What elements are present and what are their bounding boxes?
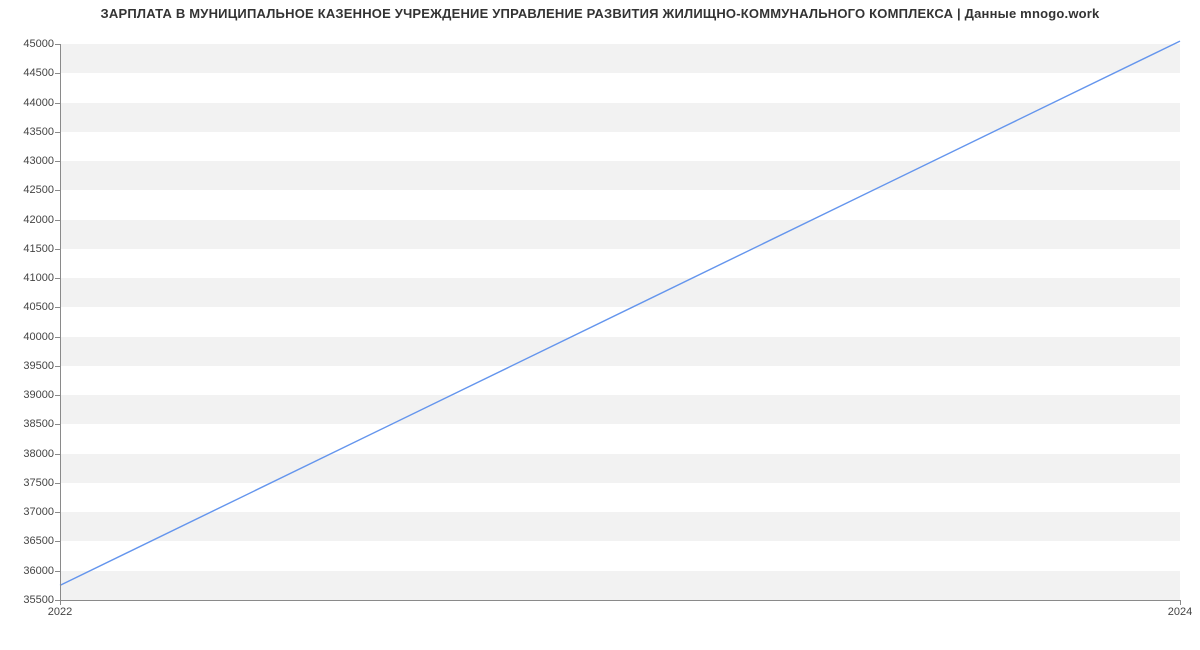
x-tick-label: 2024 [1168, 606, 1192, 618]
x-tick-mark [1180, 600, 1181, 605]
y-tick-label: 39500 [23, 360, 54, 372]
y-tick-label: 41000 [23, 272, 54, 284]
y-tick-mark [55, 424, 60, 425]
y-tick-mark [55, 44, 60, 45]
chart-title: ЗАРПЛАТА В МУНИЦИПАЛЬНОЕ КАЗЕННОЕ УЧРЕЖД… [0, 6, 1200, 21]
y-tick-label: 40500 [23, 301, 54, 313]
y-tick-label: 43000 [23, 155, 54, 167]
y-tick-mark [55, 571, 60, 572]
y-tick-label: 36500 [23, 535, 54, 547]
y-axis [60, 44, 61, 600]
y-tick-label: 36000 [23, 565, 54, 577]
y-tick-label: 38500 [23, 418, 54, 430]
y-tick-mark [55, 73, 60, 74]
y-tick-label: 35500 [23, 594, 54, 606]
y-tick-label: 45000 [23, 38, 54, 50]
y-tick-mark [55, 220, 60, 221]
y-tick-mark [55, 190, 60, 191]
y-tick-label: 39000 [23, 389, 54, 401]
x-tick-mark [60, 600, 61, 605]
y-tick-mark [55, 278, 60, 279]
y-tick-label: 37500 [23, 477, 54, 489]
y-tick-label: 42000 [23, 214, 54, 226]
chart-container: ЗАРПЛАТА В МУНИЦИПАЛЬНОЕ КАЗЕННОЕ УЧРЕЖД… [0, 0, 1200, 650]
y-tick-label: 38000 [23, 448, 54, 460]
y-tick-mark [55, 132, 60, 133]
x-tick-label: 2022 [48, 606, 72, 618]
y-tick-label: 43500 [23, 126, 54, 138]
y-tick-label: 44000 [23, 97, 54, 109]
y-tick-mark [55, 307, 60, 308]
y-tick-label: 44500 [23, 67, 54, 79]
y-tick-mark [55, 161, 60, 162]
y-tick-mark [55, 103, 60, 104]
y-tick-label: 40000 [23, 331, 54, 343]
y-tick-mark [55, 512, 60, 513]
y-tick-label: 41500 [23, 243, 54, 255]
y-tick-mark [55, 337, 60, 338]
y-tick-label: 42500 [23, 184, 54, 196]
plot-area [60, 44, 1180, 600]
y-tick-mark [55, 483, 60, 484]
y-tick-label: 37000 [23, 506, 54, 518]
y-tick-mark [55, 249, 60, 250]
y-tick-mark [55, 454, 60, 455]
y-tick-mark [55, 395, 60, 396]
y-tick-mark [55, 541, 60, 542]
x-axis [60, 600, 1180, 601]
line-series [60, 44, 1180, 600]
y-tick-mark [55, 366, 60, 367]
